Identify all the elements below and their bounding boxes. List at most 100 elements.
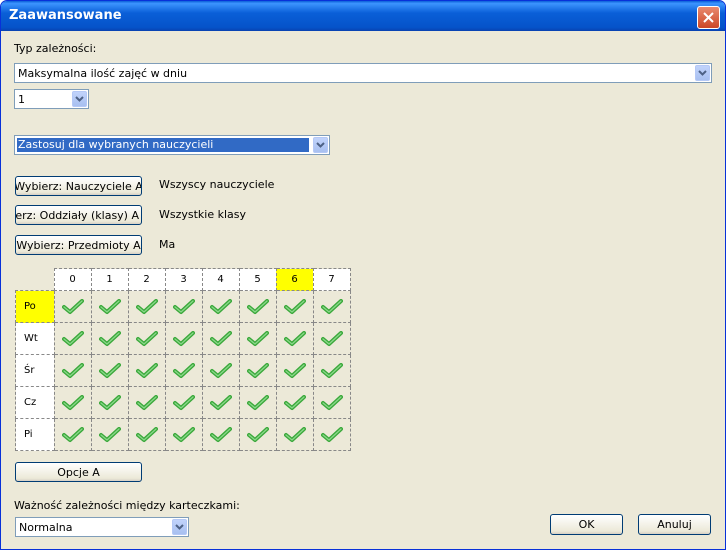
grid-cell[interactable] (312, 354, 351, 387)
grid-cell[interactable] (238, 290, 277, 323)
checkmark-icon (135, 362, 158, 378)
grid-cell[interactable] (275, 418, 314, 451)
checkmark-icon (135, 330, 158, 346)
grid-cell[interactable] (164, 386, 203, 419)
grid-row: Pi (15, 418, 351, 451)
grid-column-header[interactable]: 4 (201, 268, 240, 291)
chevron-down-icon[interactable] (72, 91, 87, 107)
grid-column-header[interactable]: 6 (275, 268, 314, 291)
grid-cell[interactable] (90, 418, 129, 451)
grid-cell[interactable] (90, 290, 129, 323)
checkmark-icon (283, 394, 306, 410)
classes-value: Wszystkie klasy (159, 208, 247, 221)
options-button[interactable]: Opcje A (15, 462, 142, 482)
grid-column-header[interactable]: 2 (127, 268, 166, 291)
grid-cell[interactable] (127, 322, 166, 355)
grid-cell[interactable] (53, 418, 92, 451)
grid-cell[interactable] (90, 322, 129, 355)
apply-scope-dropdown[interactable]: Zastosuj dla wybranych nauczycieli (14, 135, 330, 155)
checkmark-icon (135, 426, 158, 442)
grid-cell[interactable] (201, 290, 240, 323)
importance-label: Ważność zależności między karteczkami: (14, 499, 240, 512)
checkmark-icon (209, 362, 232, 378)
teachers-value: Wszyscy nauczyciele (159, 178, 275, 191)
grid-cell[interactable] (53, 322, 92, 355)
grid-column-header[interactable]: 1 (90, 268, 129, 291)
grid-cell[interactable] (275, 322, 314, 355)
grid-cell[interactable] (127, 354, 166, 387)
grid-cell[interactable] (201, 386, 240, 419)
checkmark-icon (209, 394, 232, 410)
title-bar[interactable]: Zaawansowane (1, 1, 725, 31)
checkmark-icon (98, 426, 121, 442)
importance-dropdown[interactable]: Normalna (15, 517, 189, 537)
grid-cell[interactable] (90, 354, 129, 387)
grid-cell[interactable] (238, 354, 277, 387)
cancel-button[interactable]: Anuluj (638, 514, 711, 535)
checkmark-icon (98, 394, 121, 410)
checkmark-icon (61, 394, 84, 410)
grid-column-header[interactable]: 5 (238, 268, 277, 291)
grid-cell[interactable] (90, 386, 129, 419)
availability-table: 0 1 2 3 4 5 6 7 Po Wt Śr Cz Pi (15, 268, 351, 451)
grid-cell[interactable] (127, 290, 166, 323)
select-teachers-button[interactable]: Wybierz: Nauczyciele A (15, 176, 142, 196)
grid-cell[interactable] (201, 418, 240, 451)
grid-cell[interactable] (238, 386, 277, 419)
subjects-value: Ma (159, 238, 176, 251)
grid-cell[interactable] (164, 418, 203, 451)
checkmark-icon (320, 394, 343, 410)
ok-button[interactable]: OK (550, 514, 623, 535)
availability-grid: 0 1 2 3 4 5 6 7 Po Wt Śr Cz Pi (15, 268, 351, 451)
grid-cell[interactable] (127, 386, 166, 419)
grid-cell[interactable] (164, 322, 203, 355)
checkmark-icon (320, 426, 343, 442)
select-subjects-button[interactable]: Wybierz: Przedmioty A (15, 235, 142, 255)
checkmark-icon (172, 426, 195, 442)
grid-cell[interactable] (201, 322, 240, 355)
grid-column-header[interactable]: 7 (312, 268, 351, 291)
close-icon (703, 12, 714, 23)
grid-cell[interactable] (53, 386, 92, 419)
checkmark-icon (283, 426, 306, 442)
grid-column-header[interactable]: 3 (164, 268, 203, 291)
grid-row-header[interactable]: Śr (15, 354, 55, 387)
chevron-down-icon[interactable] (313, 137, 328, 153)
grid-row-header[interactable]: Pi (15, 418, 55, 451)
checkmark-icon (98, 362, 121, 378)
close-button[interactable] (697, 6, 720, 29)
grid-row-header[interactable]: Cz (15, 386, 55, 419)
grid-cell[interactable] (312, 418, 351, 451)
checkmark-icon (246, 394, 269, 410)
checkmark-icon (246, 362, 269, 378)
grid-row-header[interactable]: Wt (15, 322, 55, 355)
checkmark-icon (320, 330, 343, 346)
count-dropdown[interactable]: 1 (14, 89, 89, 109)
grid-cell[interactable] (275, 290, 314, 323)
grid-column-header[interactable]: 0 (53, 268, 92, 291)
grid-cell[interactable] (238, 322, 277, 355)
grid-cell[interactable] (275, 354, 314, 387)
checkmark-icon (283, 362, 306, 378)
grid-cell[interactable] (275, 386, 314, 419)
grid-cell[interactable] (312, 386, 351, 419)
grid-cell[interactable] (164, 290, 203, 323)
grid-cell[interactable] (127, 418, 166, 451)
importance-value: Normalna (19, 521, 73, 534)
grid-cell[interactable] (312, 322, 351, 355)
grid-cell[interactable] (164, 354, 203, 387)
select-classes-button[interactable]: Wybierz: Oddziały (klasy) A (15, 205, 142, 225)
chevron-down-icon[interactable] (695, 65, 710, 81)
grid-cell[interactable] (53, 290, 92, 323)
grid-header-row: 01234567 (16, 268, 351, 291)
grid-cell[interactable] (201, 354, 240, 387)
checkmark-icon (246, 298, 269, 314)
grid-row-header[interactable]: Po (15, 290, 55, 323)
grid-cell[interactable] (53, 354, 92, 387)
grid-cell[interactable] (238, 418, 277, 451)
checkmark-icon (246, 330, 269, 346)
dependency-type-dropdown[interactable]: Maksymalna ilość zajęć w dniu (14, 63, 712, 83)
chevron-down-icon[interactable] (172, 519, 187, 535)
checkmark-icon (98, 298, 121, 314)
grid-cell[interactable] (312, 290, 351, 323)
